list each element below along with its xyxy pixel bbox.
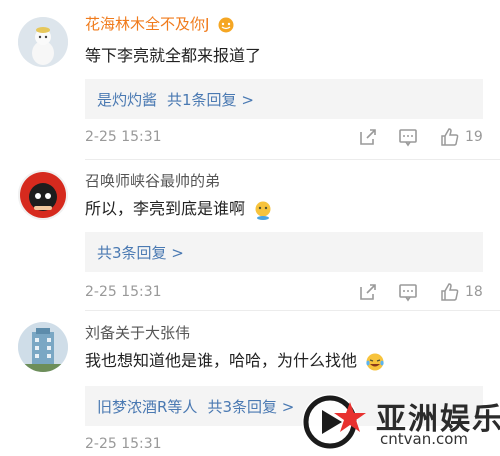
thinking-emoji-icon <box>255 201 271 220</box>
comment-text: 等下李亮就全都来报道了 <box>85 46 262 65</box>
comment-text-content: 所以，李亮到底是谁啊 <box>85 199 246 218</box>
comment-text: 所以，李亮到底是谁啊 <box>85 198 273 220</box>
like-count: 18 <box>465 284 483 300</box>
reply-preview[interactable]: 共3条回复 > <box>85 232 483 272</box>
watermark: 亚洲娱乐 cntvan.com <box>298 386 500 456</box>
like-count: 19 <box>465 129 483 145</box>
building-avatar-icon <box>18 322 68 372</box>
share-icon[interactable] <box>358 282 378 302</box>
avatar[interactable] <box>18 322 68 372</box>
thumbs-up-icon[interactable] <box>440 282 460 302</box>
username-text: 花海林木全不及你J <box>85 15 210 33</box>
share-icon[interactable] <box>358 127 378 147</box>
play-star-logo-icon <box>302 394 366 450</box>
reply-count[interactable]: 共3条回复 > <box>97 242 184 263</box>
comment-item: 召唤师峡谷最帅的弟 所以，李亮到底是谁啊 共3条回复 > 2-25 15:31 … <box>0 160 500 311</box>
reply-preview[interactable]: 是灼灼酱 共1条回复 > <box>85 79 483 119</box>
timestamp: 2-25 15:31 <box>85 436 162 452</box>
divider <box>85 310 500 311</box>
thumbs-up-icon[interactable] <box>440 127 460 147</box>
comment-text: 我也想知道他是谁，哈哈，为什么找他 <box>85 350 385 372</box>
avatar[interactable] <box>18 17 68 67</box>
avatar[interactable] <box>18 170 68 220</box>
comment-icon[interactable] <box>398 282 418 302</box>
reply-count[interactable]: 共1条回复 > <box>167 89 254 110</box>
laughing-tears-emoji-icon <box>366 353 384 370</box>
reply-user[interactable]: 旧梦浓酒R等人 <box>97 396 197 417</box>
username[interactable]: 刘备关于大张伟 <box>85 324 190 342</box>
watermark-url: cntvan.com <box>380 430 469 448</box>
timestamp: 2-25 15:31 <box>85 284 162 300</box>
reply-count[interactable]: 共3条回复 > <box>207 396 294 417</box>
comment-icon[interactable] <box>398 127 418 147</box>
comment-footer: 2-25 15:31 19 <box>85 127 485 149</box>
comment-item: 花海林木全不及你J 等下李亮就全都来报道了 是灼灼酱 共1条回复 > 2-25 … <box>0 0 500 160</box>
reply-user[interactable]: 是灼灼酱 <box>97 89 157 110</box>
comment-footer: 2-25 15:31 18 <box>85 282 485 304</box>
username[interactable]: 召唤师峡谷最帅的弟 <box>85 172 220 190</box>
timestamp: 2-25 15:31 <box>85 129 162 145</box>
orange-emoji-badge-icon <box>218 17 234 32</box>
comment-text-content: 我也想知道他是谁，哈哈，为什么找他 <box>85 351 358 370</box>
red-hood-avatar-icon <box>18 170 68 220</box>
username[interactable]: 花海林木全不及你J <box>85 15 235 33</box>
white-cat-avatar-icon <box>18 17 68 67</box>
